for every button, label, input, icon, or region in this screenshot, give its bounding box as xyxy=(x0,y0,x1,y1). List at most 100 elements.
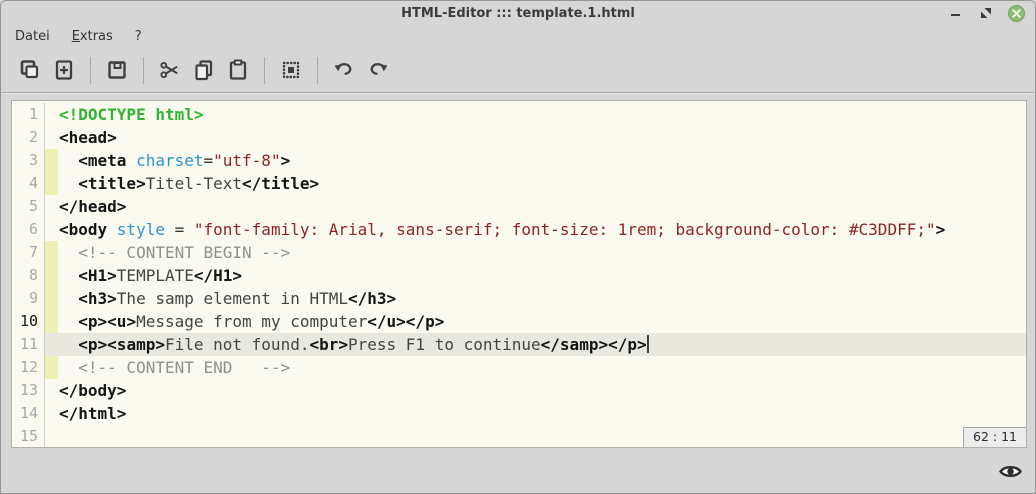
line-number: 12 xyxy=(12,356,45,379)
paste-button[interactable] xyxy=(225,57,251,83)
modified-line-marker xyxy=(45,172,58,195)
editor-line-10[interactable]: 10 <p><u>Message from my computer</u></p… xyxy=(12,310,1026,333)
new-document-button[interactable] xyxy=(51,57,77,83)
editor-line-9[interactable]: 9 <h3>The samp element in HTML</h3> xyxy=(12,287,1026,310)
editor-line-13[interactable]: 13 </body> xyxy=(12,379,1026,402)
menu-bar: Datei Extras? xyxy=(1,25,1035,48)
line-marker xyxy=(45,379,58,402)
redo-button[interactable] xyxy=(365,57,391,83)
line-code: <!-- CONTENT END --> xyxy=(58,356,290,379)
close-icon xyxy=(1012,9,1021,18)
copy-icon xyxy=(192,58,216,82)
modified-line-marker xyxy=(45,310,58,333)
toolbar-separator xyxy=(143,57,144,84)
cut-button[interactable] xyxy=(157,57,183,83)
line-number: 13 xyxy=(12,379,45,402)
line-code xyxy=(58,425,59,448)
editor-line-1[interactable]: 1 <!DOCTYPE html> xyxy=(12,103,1026,126)
save-icon xyxy=(105,58,129,82)
line-code: </head> xyxy=(58,195,126,218)
line-code: </body> xyxy=(58,379,126,402)
text-cursor xyxy=(647,335,649,353)
redo-icon xyxy=(366,58,390,82)
line-number: 2 xyxy=(12,126,45,149)
line-code: <!DOCTYPE html> xyxy=(58,103,204,126)
line-code: <!-- CONTENT BEGIN --> xyxy=(58,241,290,264)
line-number: 10 xyxy=(12,310,45,333)
select-all-button[interactable] xyxy=(278,57,304,83)
modified-line-marker xyxy=(45,264,58,287)
minimize-icon xyxy=(951,14,960,16)
cut-icon xyxy=(158,58,182,82)
editor-line-5[interactable]: 5 </head> xyxy=(12,195,1026,218)
line-number: 9 xyxy=(12,287,45,310)
preview-eye-button[interactable] xyxy=(999,463,1022,484)
line-marker xyxy=(45,402,58,425)
preview-eye-icon xyxy=(999,463,1022,480)
code-lines: 1 <!DOCTYPE html>2<head>3 <meta charset="… xyxy=(12,101,1026,448)
modified-line-marker xyxy=(45,241,58,264)
line-code: </html> xyxy=(58,402,126,425)
menu-item-datei[interactable]: Datei xyxy=(15,29,50,44)
app-window: HTML-Editor ::: template.1.html Datei Ext… xyxy=(0,0,1036,494)
minimize-button[interactable] xyxy=(946,4,964,22)
code-editor[interactable]: 1 <!DOCTYPE html>2<head>3 <meta charset="… xyxy=(11,100,1027,448)
line-number: 1 xyxy=(12,103,45,126)
toolbar xyxy=(1,48,1035,92)
title-bar[interactable]: HTML-Editor ::: template.1.html xyxy=(1,1,1035,25)
editor-line-11[interactable]: 11 <p><samp>File not found.<br>Press F1 … xyxy=(12,333,1026,356)
line-code: <p><u>Message from my computer</u></p> xyxy=(58,310,444,333)
editor-line-6[interactable]: 6<body style = "font-family: Arial, sans… xyxy=(12,218,1026,241)
editor-line-8[interactable]: 8 <H1>TEMPLATE</H1> xyxy=(12,264,1026,287)
editor-line-7[interactable]: 7 <!-- CONTENT BEGIN --> xyxy=(12,241,1026,264)
modified-line-marker xyxy=(45,149,58,172)
modified-line-marker xyxy=(45,333,58,356)
line-code: <title>Titel-Text</title> xyxy=(58,172,319,195)
restore-icon xyxy=(980,7,992,19)
line-marker xyxy=(45,218,58,241)
bottom-bar xyxy=(1,454,1035,493)
toolbar-separator xyxy=(90,57,91,84)
new-document-icon xyxy=(52,58,76,82)
window-title: HTML-Editor ::: template.1.html xyxy=(401,6,635,21)
editor-line-12[interactable]: 12 <!-- CONTENT END --> xyxy=(12,356,1026,379)
editor-line-15[interactable]: 15 xyxy=(12,425,1026,448)
editor-line-2[interactable]: 2<head> xyxy=(12,126,1026,149)
line-code: <body style = "font-family: Arial, sans-… xyxy=(58,218,945,241)
line-code: <H1>TEMPLATE</H1> xyxy=(58,264,242,287)
menu-item-extras[interactable]: Extras xyxy=(72,29,113,44)
line-marker xyxy=(45,425,58,448)
line-code: <p><samp>File not found.<br>Press F1 to … xyxy=(58,333,1026,356)
editor-line-14[interactable]: 14 </html> xyxy=(12,402,1026,425)
undo-button[interactable] xyxy=(331,57,357,83)
duplicate-document-icon xyxy=(18,58,42,82)
line-marker xyxy=(45,195,58,218)
line-number: 8 xyxy=(12,264,45,287)
toolbar-separator xyxy=(264,57,265,84)
line-code: <meta charset="utf-8"> xyxy=(58,149,290,172)
line-marker xyxy=(45,103,58,126)
toolbar-separator xyxy=(317,57,318,84)
editor-line-4[interactable]: 4 <title>Titel-Text</title> xyxy=(12,172,1026,195)
window-controls xyxy=(946,1,1025,25)
undo-icon xyxy=(332,58,356,82)
line-code: <h3>The samp element in HTML</h3> xyxy=(58,287,396,310)
menu-item-help[interactable]: ? xyxy=(135,29,142,44)
line-number: 4 xyxy=(12,172,45,195)
line-number: 15 xyxy=(12,425,45,448)
line-number: 5 xyxy=(12,195,45,218)
paste-icon xyxy=(226,58,250,82)
editor-line-3[interactable]: 3 <meta charset="utf-8"> xyxy=(12,149,1026,172)
line-marker xyxy=(45,126,58,149)
select-all-icon xyxy=(279,58,303,82)
copy-button[interactable] xyxy=(191,57,217,83)
line-number: 14 xyxy=(12,402,45,425)
close-button[interactable] xyxy=(1008,5,1025,22)
restore-button[interactable] xyxy=(977,4,995,22)
duplicate-document-button[interactable] xyxy=(17,57,43,83)
cursor-position: 62 : 11 xyxy=(963,427,1026,447)
save-button[interactable] xyxy=(104,57,130,83)
content-area: 1 <!DOCTYPE html>2<head>3 <meta charset="… xyxy=(1,92,1035,493)
line-number: 3 xyxy=(12,149,45,172)
line-number: 7 xyxy=(12,241,45,264)
